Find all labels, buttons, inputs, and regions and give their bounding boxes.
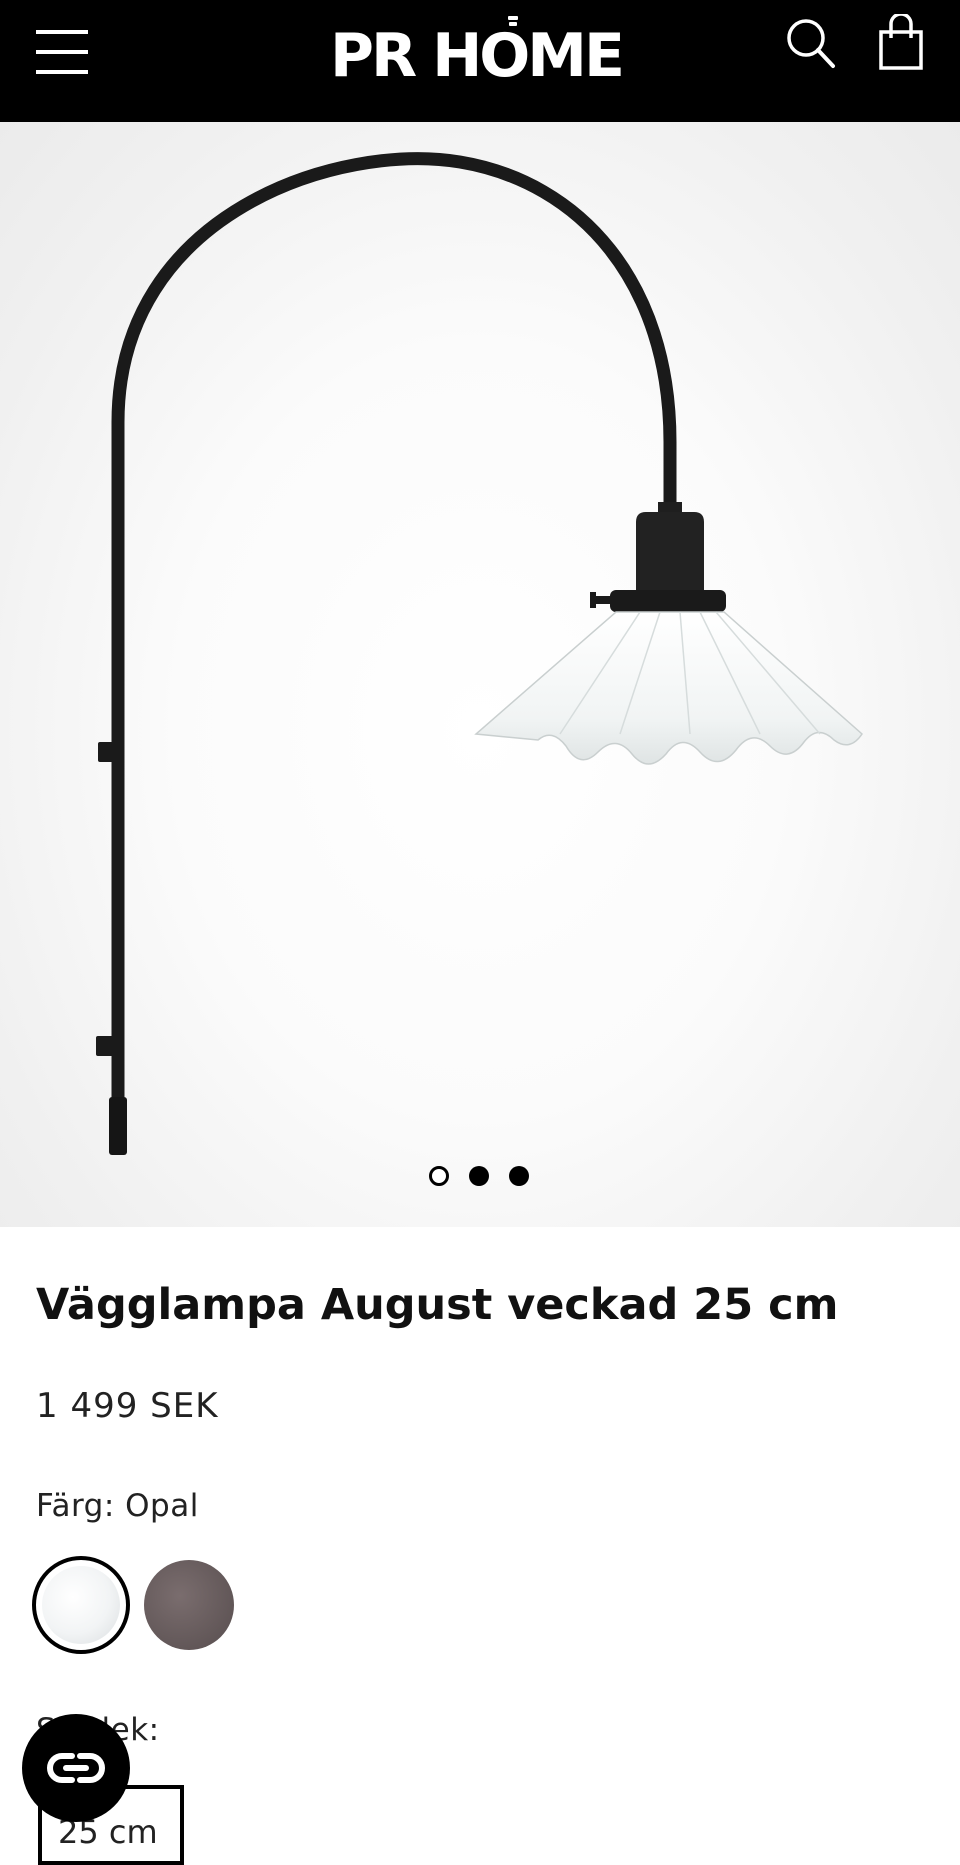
chat-widget-icon	[47, 1753, 105, 1783]
product-image-gallery[interactable]	[0, 122, 960, 1227]
shopping-bag-icon	[879, 12, 923, 70]
product-image	[96, 152, 863, 1155]
gallery-pagination	[0, 1166, 960, 1190]
site-header: PR HOME	[0, 0, 960, 122]
chat-widget-button[interactable]	[22, 1714, 130, 1822]
pr-home-logo: PR HOME	[330, 16, 625, 86]
search-icon	[787, 19, 835, 68]
search-button[interactable]	[784, 16, 838, 72]
swatch-smoke[interactable]	[144, 1560, 234, 1650]
product-price: 1 499 SEK	[36, 1386, 219, 1426]
gallery-dot[interactable]	[429, 1166, 449, 1186]
color-label: Färg: Opal	[36, 1488, 199, 1524]
product-title: Vägglampa August veckad 25 cm	[36, 1280, 839, 1330]
svg-text:PR HOME: PR HOME	[330, 21, 622, 86]
gallery-dot[interactable]	[509, 1166, 529, 1186]
cart-button[interactable]	[876, 12, 926, 72]
swatch-opal-fill	[42, 1566, 120, 1644]
swatch-opal[interactable]	[32, 1556, 130, 1654]
gallery-dot[interactable]	[469, 1166, 489, 1186]
